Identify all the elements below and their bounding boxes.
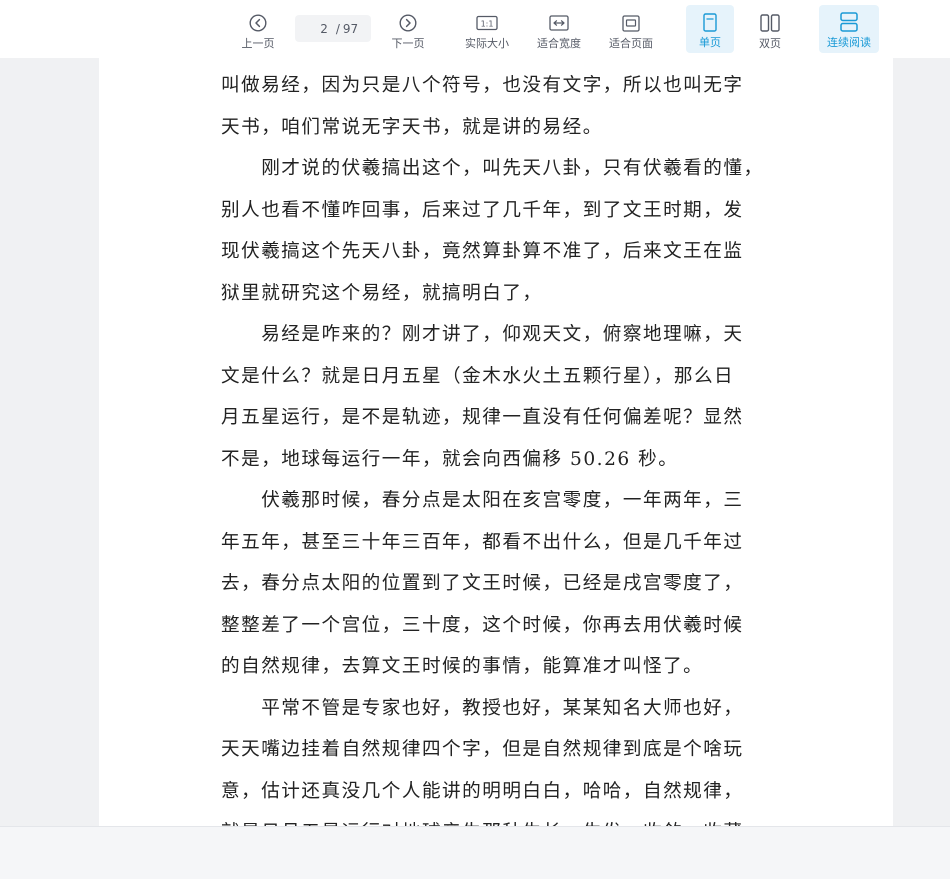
chevron-left-circle-icon [249, 12, 267, 34]
page-separator: / [335, 21, 340, 36]
chevron-right-circle-icon [399, 12, 417, 34]
reader-toolbar: 上一页 2 / 97 下一页 1:1 实际大小 适合宽度 适合页面 单页 双页 … [0, 0, 950, 58]
prev-page-label: 上一页 [241, 37, 275, 50]
document-viewer[interactable]: 叫做易经，因为只是八个符号，也没有文字，所以也叫无字 天书，咱们常说无字天书，就是… [0, 58, 950, 826]
fit-width-button[interactable]: 适合宽度 [531, 6, 587, 52]
single-page-label: 单页 [699, 36, 721, 49]
text-line: 去，春分点太阳的位置到了文王时候，已经是戌宫零度了， [221, 573, 744, 594]
actual-size-button[interactable]: 1:1 实际大小 [459, 6, 515, 52]
page-text-body: 叫做易经，因为只是八个符号，也没有文字，所以也叫无字 天书，咱们常说无字天书，就是… [221, 65, 781, 826]
bottom-bar [0, 826, 950, 879]
text-line: 不是，地球每运行一年，就会向西偏移 50.26 秒。 [221, 448, 679, 470]
total-pages: 97 [342, 21, 359, 36]
continuous-reading-icon [840, 11, 858, 33]
text-line: 月五星运行，是不是轨迹，规律一直没有任何偏差呢？显然 [221, 407, 744, 428]
fit-width-label: 适合宽度 [537, 37, 581, 50]
text-line: 伏羲那时候，春分点是太阳在亥宫零度，一年两年，三 [221, 490, 744, 511]
fit-page-label: 适合页面 [609, 37, 653, 50]
fit-width-icon [549, 12, 569, 34]
fit-page-icon [622, 12, 640, 34]
text-line: 文是什么？就是日月五星（金木水火土五颗行星），那么日 [221, 365, 735, 387]
text-line: 易经是咋来的？刚才讲了，仰观天文，俯察地理嘛，天 [221, 324, 744, 345]
text-line: 现伏羲搞这个先天八卦，竟然算卦算不准了，后来文王在监 [221, 241, 744, 262]
fit-page-button[interactable]: 适合页面 [603, 6, 659, 52]
double-page-label: 双页 [759, 37, 781, 50]
text-line: 别人也看不懂咋回事，后来过了几千年，到了文王时期，发 [221, 199, 744, 221]
prev-page-button[interactable]: 上一页 [237, 6, 279, 52]
text-line: 天书，咱们常说无字天书，就是讲的易经。 [221, 116, 603, 138]
page-indicator[interactable]: 2 / 97 [295, 15, 371, 42]
text-line: 年五年，甚至三十年三百年，都看不出什么，但是几千年过 [221, 531, 744, 553]
text-line: 的自然规律，去算文王时候的事情，能算准才叫怪了。 [221, 656, 704, 677]
svg-text:1:1: 1:1 [481, 20, 494, 29]
document-page: 叫做易经，因为只是八个符号，也没有文字，所以也叫无字 天书，咱们常说无字天书，就是… [99, 58, 893, 826]
text-line: 平常不管是专家也好，教授也好，某某知名大师也好， [221, 697, 744, 719]
text-line: 意，估计还真没几个人能讲的明明白白，哈哈，自然规律， [221, 780, 744, 802]
continuous-reading-button[interactable]: 连续阅读 [819, 5, 879, 53]
actual-size-label: 实际大小 [465, 37, 509, 50]
next-page-label: 下一页 [391, 37, 425, 50]
text-line: 天天嘴边挂着自然规律四个字，但是自然规律到底是个啥玩 [221, 739, 744, 760]
double-page-icon [760, 12, 780, 34]
actual-size-icon: 1:1 [476, 12, 498, 34]
text-line: 整整差了一个宫位，三十度，这个时候，你再去用伏羲时候 [221, 614, 744, 636]
next-page-button[interactable]: 下一页 [387, 6, 429, 52]
text-line: 叫做易经，因为只是八个符号，也没有文字，所以也叫无字 [221, 75, 744, 96]
double-page-button[interactable]: 双页 [750, 6, 790, 52]
text-line: 狱里就研究这个易经，就搞明白了， [221, 282, 543, 304]
single-page-button[interactable]: 单页 [686, 5, 734, 53]
continuous-reading-label: 连续阅读 [827, 36, 871, 49]
single-page-icon [703, 11, 717, 33]
text-line: 就是日月五星运行对地球产生那种生长，生发，收敛，收藏 [221, 812, 781, 826]
text-line: 刚才说的伏羲搞出这个，叫先天八卦，只有伏羲看的懂， [221, 158, 764, 179]
current-page-input[interactable]: 2 [308, 22, 328, 36]
